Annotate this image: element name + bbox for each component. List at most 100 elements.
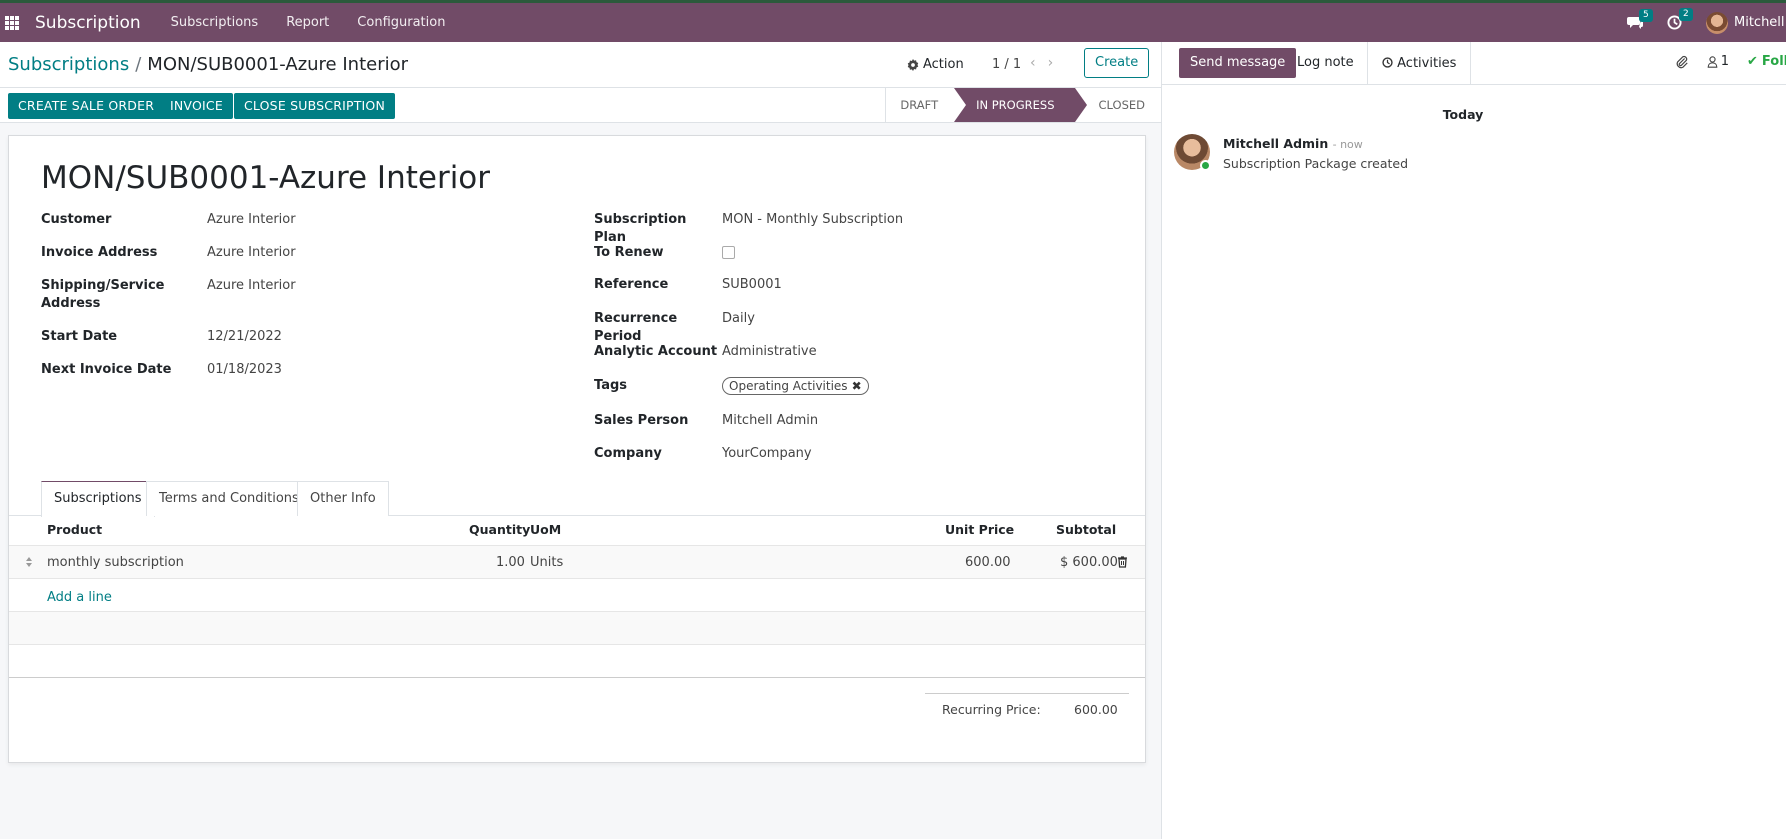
form-sheet: MON/SUB0001-Azure Interior Customer Azur… (8, 135, 1146, 763)
start-date-label: Start Date (41, 329, 118, 344)
avatar (1706, 11, 1728, 34)
shipping-address-field[interactable]: Azure Interior (207, 277, 296, 313)
invoice-address-field[interactable]: Azure Interior (207, 244, 296, 262)
breadcrumb-subscriptions-link[interactable]: Subscriptions (8, 54, 129, 75)
tag-label: Operating Activities (729, 379, 848, 393)
row-unit-price[interactable]: 600.00 (965, 555, 1011, 570)
close-subscription-button[interactable]: CLOSE SUBSCRIPTION (234, 93, 396, 119)
reference-label: Reference (594, 277, 669, 292)
menu-report[interactable]: Report (286, 15, 329, 30)
next-invoice-date-label: Next Invoice Date (41, 362, 172, 377)
col-quantity[interactable]: Quantity (469, 522, 530, 537)
message-time: - now (1332, 138, 1363, 151)
pager-next-icon[interactable]: › (1048, 55, 1054, 71)
chatter-topbar: Send message Log note Activities 1 ✔ Fol… (1162, 42, 1786, 85)
clock-icon (1382, 57, 1393, 68)
recurrence-period-field[interactable]: Daily (722, 310, 755, 346)
tag-operating-activities: Operating Activities ✖ (722, 377, 869, 395)
activities-label: Activities (1397, 56, 1457, 71)
row-quantity[interactable]: 1.00 (496, 555, 525, 570)
status-bar: CREATE SALE ORDER INVOICE CLOSE SUBSCRIP… (0, 88, 1161, 123)
customer-field[interactable]: Azure Interior (207, 211, 296, 229)
check-icon: ✔ (1747, 54, 1758, 69)
messages-badge: 5 (1639, 8, 1653, 22)
action-label: Action (923, 57, 964, 72)
recurrence-period-label: Recurrence Period (594, 311, 678, 344)
invoice-address-label: Invoice Address (41, 245, 158, 260)
menu-configuration[interactable]: Configuration (357, 15, 445, 30)
col-subtotal[interactable]: Subtotal (1056, 522, 1116, 537)
follow-button[interactable]: ✔ Following (1747, 54, 1786, 69)
author-name: Mitchell Admin (1223, 136, 1329, 151)
breadcrumb: Subscriptions / MON/SUB0001-Azure Interior (8, 54, 408, 75)
tab-other-info[interactable]: Other Info (297, 481, 389, 516)
follow-label: Following (1761, 54, 1786, 69)
recurring-price-value: 600.00 (1074, 702, 1118, 717)
pager-previous-icon[interactable]: ‹ (1030, 55, 1036, 71)
activities-badge: 2 (1679, 8, 1693, 21)
analytic-account-label: Analytic Account (594, 344, 718, 359)
pager-value[interactable]: 1 / 1 (992, 57, 1021, 72)
add-a-line-link[interactable]: Add a line (47, 590, 112, 605)
start-date-field[interactable]: 12/21/2022 (207, 328, 282, 346)
user-icon (1707, 55, 1718, 68)
tab-terms-and-conditions[interactable]: Terms and Conditions (146, 481, 312, 516)
to-renew-label: To Renew (594, 245, 664, 260)
top-navbar: Subscription Subscriptions Report Config… (0, 0, 1786, 42)
invoice-button[interactable]: INVOICE (160, 93, 233, 119)
row-uom[interactable]: Units (530, 555, 563, 570)
record-title: MON/SUB0001-Azure Interior (41, 160, 491, 196)
followers-count: 1 (1720, 54, 1729, 69)
online-status-icon (1200, 160, 1211, 171)
user-menu[interactable]: Mitchell Admin (1706, 11, 1786, 34)
col-product[interactable]: Product (47, 522, 102, 537)
activities-button[interactable]: Activities (1367, 42, 1472, 85)
shipping-address-label: Shipping/Service Address (41, 278, 165, 311)
message-author[interactable]: Mitchell Admin - now (1223, 136, 1363, 151)
action-menu-button[interactable]: Action (907, 57, 964, 72)
gear-icon (907, 58, 919, 71)
company-label: Company (594, 446, 662, 461)
next-invoice-date-field[interactable]: 01/18/2023 (207, 361, 282, 379)
row-product[interactable]: monthly subscription (47, 555, 184, 570)
row-subtotal: $ 600.00 (1060, 555, 1118, 570)
recurring-price-label: Recurring Price: (942, 702, 1041, 717)
stage-closed[interactable]: CLOSED (1075, 88, 1162, 122)
sales-person-label: Sales Person (594, 413, 689, 428)
message-body: Subscription Package created (1223, 156, 1409, 171)
analytic-account-field[interactable]: Administrative (722, 343, 817, 361)
user-name: Mitchell Admin (1734, 15, 1786, 30)
followers-button[interactable]: 1 (1707, 54, 1729, 69)
messaging-menu[interactable]: 5 (1627, 8, 1653, 30)
control-panel: Subscriptions / MON/SUB0001-Azure Interior… (0, 42, 1161, 88)
tags-label: Tags (594, 378, 628, 393)
create-sale-order-button[interactable]: CREATE SALE ORDER (8, 93, 165, 119)
log-note-button[interactable]: Log note (1285, 48, 1366, 78)
app-title[interactable]: Subscription (35, 13, 141, 33)
date-separator: Today (1442, 107, 1484, 122)
menu-subscriptions[interactable]: Subscriptions (171, 15, 259, 30)
chatter-panel: Send message Log note Activities 1 ✔ Fol… (1161, 42, 1786, 839)
activity-menu[interactable]: 2 (1667, 8, 1693, 30)
to-renew-checkbox[interactable] (722, 246, 735, 259)
stage-in-progress[interactable]: IN PROGRESS (954, 88, 1087, 122)
subscription-plan-field[interactable]: MON - Monthly Subscription (722, 211, 903, 247)
apps-grid-icon[interactable] (5, 15, 19, 30)
col-unit-price[interactable]: Unit Price (945, 522, 1014, 537)
stage-pipeline: DRAFT IN PROGRESS CLOSED (885, 88, 1161, 122)
sales-person-field[interactable]: Mitchell Admin (722, 412, 818, 430)
tag-remove-icon[interactable]: ✖ (852, 378, 862, 394)
send-message-button[interactable]: Send message (1179, 48, 1297, 78)
paperclip-icon[interactable] (1675, 55, 1689, 69)
drag-handle-icon[interactable] (25, 556, 33, 568)
breadcrumb-current: MON/SUB0001-Azure Interior (147, 54, 409, 75)
company-field[interactable]: YourCompany (722, 445, 812, 463)
customer-label: Customer (41, 212, 112, 227)
stage-draft[interactable]: DRAFT (885, 88, 954, 122)
col-uom[interactable]: UoM (530, 522, 561, 537)
tab-subscriptions[interactable]: Subscriptions (41, 481, 155, 517)
trash-icon[interactable] (1117, 556, 1128, 568)
reference-field[interactable]: SUB0001 (722, 276, 782, 294)
create-button[interactable]: Create (1084, 48, 1150, 78)
breadcrumb-separator: / (135, 54, 142, 75)
